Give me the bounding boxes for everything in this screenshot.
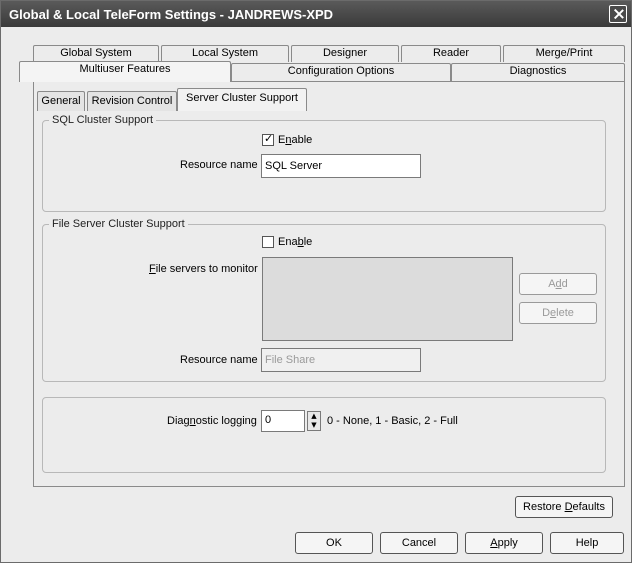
spin-up-icon[interactable]: ▲ [308,412,320,421]
subtab-server-cluster-support[interactable]: Server Cluster Support [177,88,307,111]
apply-button[interactable]: Apply [465,532,543,554]
tab-designer[interactable]: Designer [291,45,399,62]
file-resource-label: Resource name [180,354,258,366]
sql-resource-input[interactable]: SQL Server [261,154,421,178]
tab-diagnostics[interactable]: Diagnostics [451,63,625,81]
help-button[interactable]: Help [550,532,624,554]
file-resource-input[interactable]: File Share [261,348,421,372]
tab-configuration-options[interactable]: Configuration Options [231,63,451,81]
tab-global-system[interactable]: Global System [33,45,159,62]
sql-enable-checkbox[interactable] [262,132,274,146]
window-title: Global & Local TeleForm Settings - JANDR… [9,7,334,22]
diagnostic-logging-input[interactable]: 0 [261,410,305,432]
file-servers-label: File servers to monitor [149,263,258,275]
spin-down-icon[interactable]: ▼ [308,421,320,430]
cancel-button[interactable]: Cancel [380,532,458,554]
tab-local-system[interactable]: Local System [161,45,289,62]
diagnostic-spinner[interactable]: ▲ ▼ [307,411,321,431]
file-enable-checkbox[interactable] [262,236,274,248]
diagnostic-hint: 0 - None, 1 - Basic, 2 - Full [327,415,458,427]
sql-cluster-legend: SQL Cluster Support [49,114,157,126]
file-server-legend: File Server Cluster Support [49,218,188,230]
restore-defaults-button[interactable]: Restore Defaults [515,496,613,518]
settings-dialog: Global & Local TeleForm Settings - JANDR… [0,0,632,563]
title-bar: Global & Local TeleForm Settings - JANDR… [1,1,631,27]
tab-merge-print[interactable]: Merge/Print [503,45,625,62]
file-servers-list[interactable] [262,257,513,341]
close-icon[interactable] [609,5,627,23]
tab-multiuser-features[interactable]: Multiuser Features [19,61,231,82]
subtab-revision-control[interactable]: Revision Control [87,91,177,111]
diagnostic-logging-label: Diagnostic logging [167,415,257,427]
subtab-general[interactable]: General [37,91,85,111]
file-enable-label: Enable [278,236,313,248]
sql-resource-label: Resource name [180,159,258,171]
sql-enable-label: Enable [278,134,313,146]
add-button[interactable]: Add [519,273,597,295]
diagnostic-group [42,397,606,473]
delete-button[interactable]: Delete [519,302,597,324]
tab-reader[interactable]: Reader [401,45,501,62]
ok-button[interactable]: OK [295,532,373,554]
